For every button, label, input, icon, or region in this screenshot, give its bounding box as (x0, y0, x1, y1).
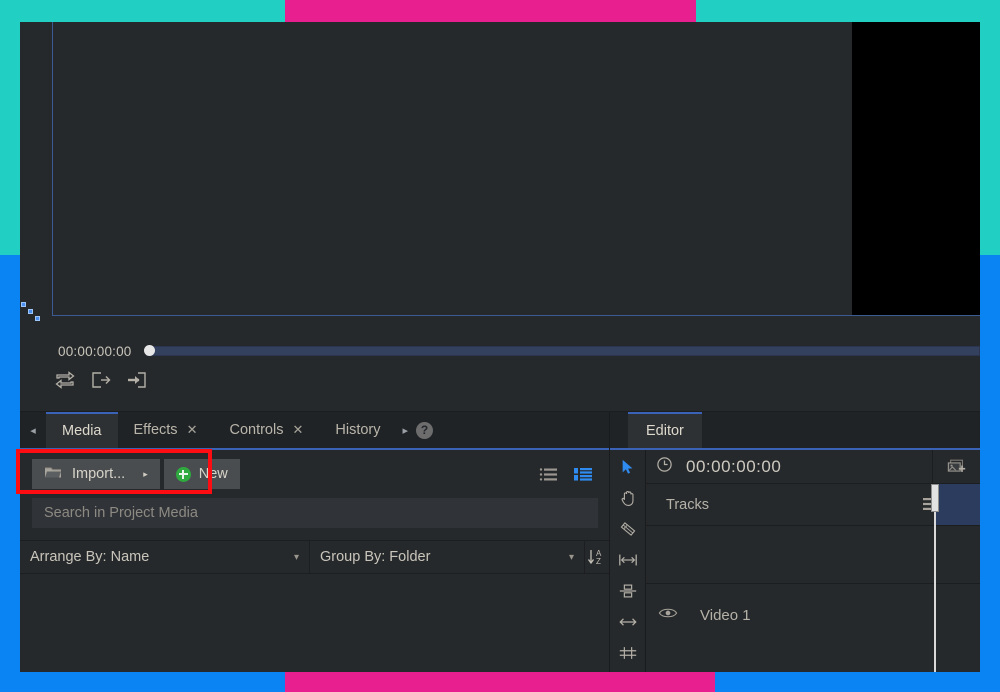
highlight-strip-right-teal (980, 0, 1000, 255)
search-input[interactable] (32, 498, 598, 528)
timeline-tool-strip (610, 450, 646, 672)
track-row-video-1[interactable]: Video 1 (646, 584, 980, 646)
timeline-playhead[interactable] (934, 484, 936, 672)
resize-grip-icon[interactable] (21, 302, 45, 326)
highlight-strip-bottom-right (715, 672, 1000, 692)
export-frame-icon[interactable] (90, 370, 112, 390)
tab-editor-label: Editor (646, 423, 684, 439)
timeline-playhead-handle[interactable] (931, 484, 939, 512)
tab-editor[interactable]: Editor (628, 412, 702, 448)
new-button-label: New (198, 466, 228, 482)
slip-tool-icon[interactable] (616, 580, 640, 602)
highlight-strip-bottom-left (0, 672, 285, 692)
tab-history-label: History (335, 422, 381, 438)
project-media-panel: ◂ Media Effects ✕ Controls ✕ History ▸ ?… (20, 412, 610, 672)
tabbar-scroll-left-icon[interactable]: ◂ (20, 412, 46, 448)
media-list-empty-area[interactable] (20, 574, 609, 644)
group-by-label: Group By: Folder (320, 549, 431, 565)
preview-scrubber-track[interactable] (143, 345, 980, 356)
tab-history[interactable]: History (319, 412, 396, 448)
plus-circle-icon (175, 466, 191, 482)
detail-view-icon[interactable] (574, 467, 593, 482)
chevron-down-icon: ▾ (568, 551, 574, 563)
preview-canvas-frame (52, 22, 980, 316)
razor-tool-icon[interactable] (616, 518, 640, 540)
tab-media[interactable]: Media (46, 412, 118, 448)
insert-to-timeline-icon[interactable] (126, 370, 148, 390)
selection-tool-icon[interactable] (616, 456, 640, 478)
tracks-header-row: Tracks (646, 484, 980, 526)
track-label-video-1: Video 1 (700, 606, 751, 624)
timeline-timecode[interactable]: 00:00:00:00 (686, 457, 781, 477)
arrange-by-dropdown[interactable]: Arrange By: Name ▾ (20, 541, 310, 573)
preview-transport-bar: 00:00:00:00 (20, 330, 980, 412)
tab-media-label: Media (62, 423, 102, 439)
close-icon[interactable]: ✕ (292, 422, 303, 438)
preview-timecode: 00:00:00:00 (58, 343, 132, 359)
tabbar-scroll-right-icon[interactable]: ▸ (397, 412, 415, 448)
screenshot-root: 00:00:00:00 ◂ Media Effects ✕ Controls ✕… (0, 0, 1000, 692)
loop-playback-icon[interactable] (54, 370, 76, 390)
chevron-down-icon: ▾ (293, 551, 299, 563)
highlight-strip-left-blue (0, 255, 20, 692)
import-button[interactable]: Import... ▸ (32, 459, 160, 489)
svg-text:Z: Z (596, 557, 601, 566)
chevron-right-icon[interactable]: ▸ (143, 469, 148, 480)
media-toolbar: Import... ▸ New (20, 450, 609, 498)
import-button-label: Import... (72, 466, 126, 482)
clock-icon (656, 456, 673, 478)
slide-tool-icon[interactable] (616, 611, 640, 633)
tab-effects-label: Effects (133, 422, 178, 438)
arrange-by-label: Arrange By: Name (30, 549, 150, 565)
highlight-strip-top-right (696, 0, 1000, 22)
editor-tabbar: Editor (610, 412, 980, 450)
timeline-ruler-cell[interactable] (934, 484, 980, 525)
tab-controls-label: Controls (229, 422, 284, 438)
new-button[interactable]: New (163, 459, 240, 489)
highlight-strip-top-middle (285, 0, 696, 22)
highlight-strip-left-teal (0, 0, 20, 255)
highlight-strip-right-blue (980, 255, 1000, 692)
timeline-area: 00:00:00:00 Tracks Video 1 (646, 449, 980, 672)
folder-icon (44, 465, 62, 483)
preview-monitor[interactable] (20, 22, 980, 330)
preview-video-area (852, 22, 980, 315)
timeline-empty-track-row[interactable] (646, 526, 980, 584)
close-icon[interactable]: ✕ (187, 422, 198, 438)
group-by-dropdown[interactable]: Group By: Folder ▾ (310, 541, 585, 573)
transport-button-group (54, 370, 148, 390)
eye-icon[interactable] (658, 606, 678, 625)
timeline-header: 00:00:00:00 (646, 449, 980, 484)
hand-tool-icon[interactable] (616, 487, 640, 509)
highlight-strip-bottom-middle (285, 672, 715, 692)
media-panel-tabbar: ◂ Media Effects ✕ Controls ✕ History ▸ ? (20, 412, 609, 450)
trim-tool-icon[interactable] (616, 549, 640, 571)
list-view-icon[interactable] (539, 467, 558, 482)
snap-tool-icon[interactable] (616, 642, 640, 664)
preview-scrubber-row: 00:00:00:00 (20, 338, 980, 364)
sort-controls-row: Arrange By: Name ▾ Group By: Folder ▾ A … (20, 540, 609, 574)
sort-a-z-icon[interactable]: A Z (585, 541, 609, 573)
preview-scrubber-knob[interactable] (143, 345, 155, 356)
tracks-label: Tracks (666, 496, 709, 513)
tab-effects[interactable]: Effects ✕ (118, 412, 214, 448)
highlight-strip-top-left (0, 0, 285, 22)
editor-panel: Editor 00:00:00:00 Tracks Video 1 (610, 412, 980, 672)
help-icon[interactable]: ? (416, 421, 434, 439)
bottom-panels-row: ◂ Media Effects ✕ Controls ✕ History ▸ ?… (20, 412, 980, 672)
add-media-icon[interactable] (932, 449, 980, 484)
application-window: 00:00:00:00 ◂ Media Effects ✕ Controls ✕… (20, 22, 980, 672)
tab-controls[interactable]: Controls ✕ (213, 412, 319, 448)
view-toggle-group (539, 467, 597, 482)
timeline-track-lanes[interactable] (934, 525, 980, 672)
editor-body: 00:00:00:00 Tracks Video 1 (610, 449, 980, 672)
